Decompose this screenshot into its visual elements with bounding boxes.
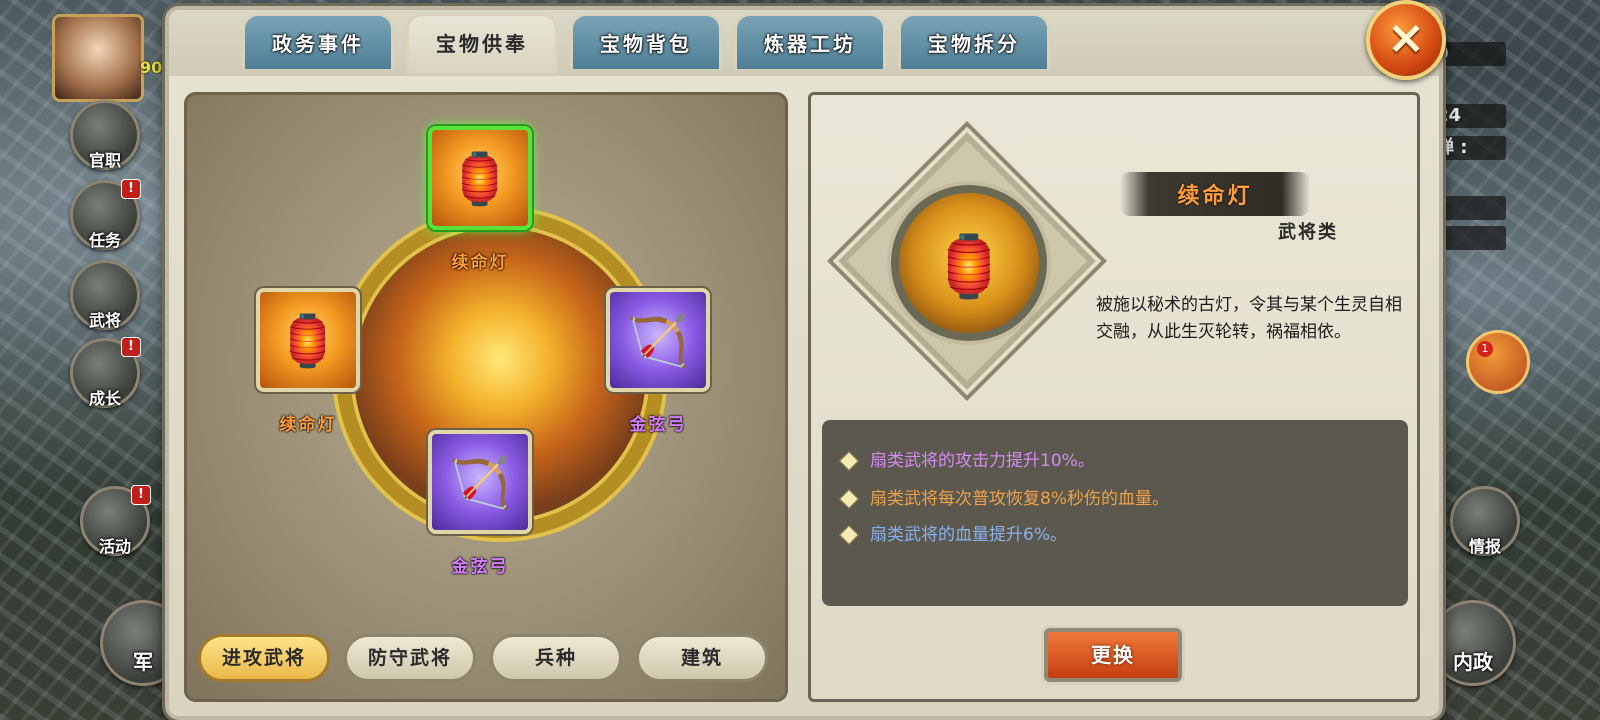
close-button[interactable]: × [1366,0,1446,80]
bow-icon: 🏹 [626,312,690,370]
category-buildings-button[interactable]: 建筑 [636,634,768,682]
treasure-emblem: 🏮 [836,130,1096,390]
treasure-slot-left[interactable]: 🏮 [256,288,360,392]
tab-treasure-bag[interactable]: 宝物背包 [570,13,722,69]
close-icon: × [1386,10,1426,64]
item-description: 被施以秘术的古灯，令其与某个生灵自相交融，从此生灭轮转，祸福相依。 [1096,295,1402,342]
category-defense-generals-button[interactable]: 防守武将 [344,634,476,682]
effect-line: 扇类武将每次普攻恢复8%秒伤的血量。 [839,484,1169,509]
diamond-bullet-icon [839,489,859,509]
effect-text: 扇类武将的攻击力提升10%。 [870,451,1095,471]
hud-button-events[interactable]: ! 活动 [80,485,151,556]
item-category: 武将类 [1278,222,1338,243]
hud-button-label: 活动 [98,537,131,556]
tab-treasure-split[interactable]: 宝物拆分 [898,13,1050,69]
lamp-icon: 🏮 [276,312,340,370]
lamp-icon: 🏮 [448,150,512,208]
alert-badge: ! [131,485,151,505]
alert-badge: ! [121,179,141,199]
item-name: 续命灯 [1177,184,1253,209]
tab-treasure-offering[interactable]: 宝物供奉 [406,13,558,73]
hud-button-label: 情报 [1468,537,1501,556]
emblem-core: 🏮 [891,185,1047,341]
treasure-slot-name: 金弦弓 [451,557,509,577]
hud-button-label: 官职 [88,151,121,170]
hud-button-intel[interactable]: 情报 [1450,486,1520,556]
effect-line: 扇类武将的攻击力提升10%。 [839,446,1095,471]
tab-government-events[interactable]: 政务事件 [242,13,394,69]
replace-button[interactable]: 更换 [1044,628,1182,682]
player-avatar[interactable] [52,14,144,102]
effects-box: 扇类武将的攻击力提升10%。 扇类武将每次普攻恢复8%秒伤的血量。 扇类武将的血… [822,420,1408,606]
effect-text: 扇类武将每次普攻恢复8%秒伤的血量。 [870,489,1169,509]
lamp-icon: 🏮 [931,232,1007,302]
item-name-banner: 续命灯 [1120,172,1310,216]
treasure-slot-top[interactable]: 🏮 [428,126,532,230]
chat-button[interactable]: 1 [1466,330,1530,394]
treasure-slot-right[interactable]: 🏹 [606,288,710,392]
hud-button-label: 任务 [88,231,121,250]
treasure-slot-name: 续命灯 [279,415,337,435]
tab-forge-workshop[interactable]: 炼器工坊 [734,13,886,69]
effect-text: 扇类武将的血量提升6%。 [870,525,1067,545]
treasure-slot-name: 金弦弓 [629,415,687,435]
effect-line: 扇类武将的血量提升6%。 [839,520,1067,545]
hud-button-label: 武将 [88,311,121,330]
category-attack-generals-button[interactable]: 进攻武将 [198,634,330,682]
hud-button-generals[interactable]: 武将 [70,260,140,330]
category-troops-button[interactable]: 兵种 [490,634,622,682]
bow-icon: 🏹 [448,454,512,512]
diamond-bullet-icon [839,451,859,471]
hud-button-quest[interactable]: ! 任务 [70,179,141,250]
hud-button-label: 成长 [88,389,121,408]
hud-button-label: 内政 [1453,650,1493,674]
hud-button-growth[interactable]: ! 成长 [70,337,141,408]
alert-badge: ! [121,337,141,357]
player-level: 90 [140,58,163,77]
treasure-slot-bottom[interactable]: 🏹 [428,430,532,534]
chat-count-badge: 1 [1477,341,1493,357]
treasure-slot-name: 续命灯 [451,253,509,273]
diamond-bullet-icon [839,525,859,545]
hud-button-official[interactable]: 官职 [70,100,140,170]
